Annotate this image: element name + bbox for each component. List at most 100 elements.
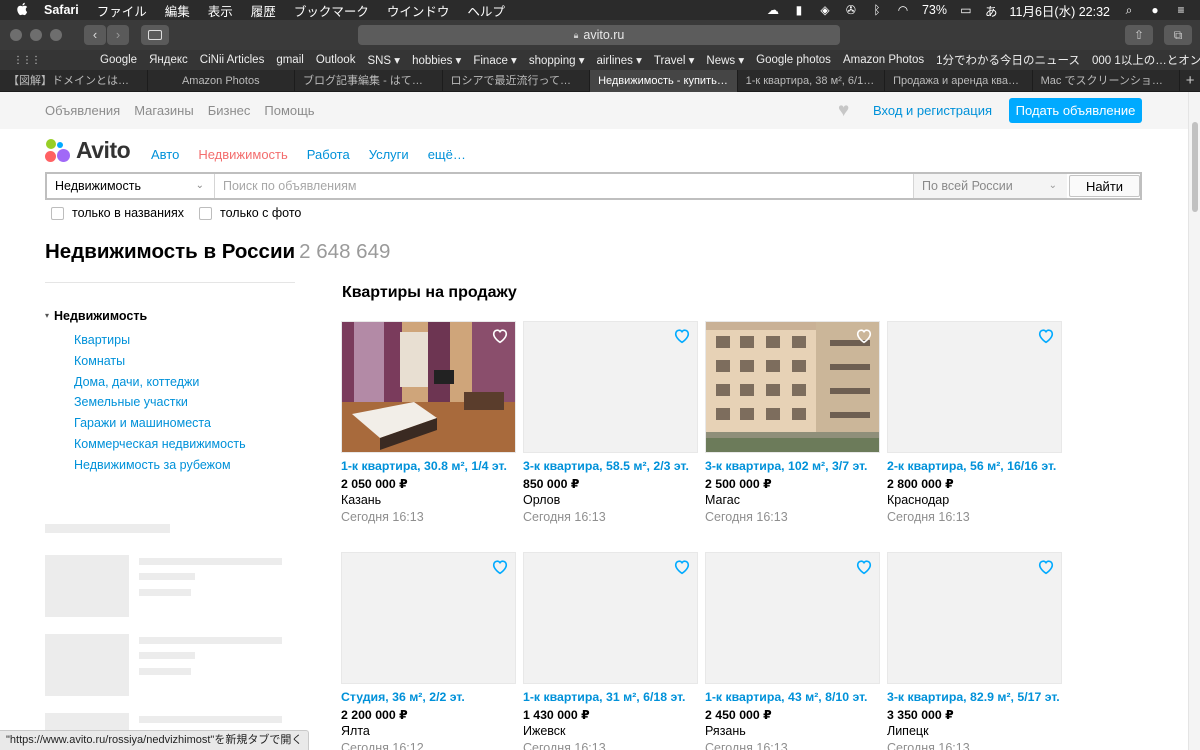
bookmark-folder[interactable]: News ▾ xyxy=(706,53,744,67)
post-ad-button[interactable]: Подать объявление xyxy=(1009,98,1142,123)
bookmark-folder[interactable]: airlines ▾ xyxy=(596,53,641,67)
favorite-heart-icon[interactable] xyxy=(855,558,873,576)
search-icon[interactable]: ⌕ xyxy=(1122,3,1136,18)
battery-percent[interactable]: 73% xyxy=(922,3,947,17)
browser-tab[interactable]: 【図解】ドメインとは？をわか… xyxy=(0,70,148,92)
listing-photo-placeholder[interactable] xyxy=(705,552,880,684)
forward-button[interactable]: › xyxy=(107,25,129,45)
listing-title[interactable]: 1-к квартира, 31 м², 6/18 эт. xyxy=(523,690,699,705)
browser-tab[interactable]: 1-к квартира, 38 м², 6/10… xyxy=(738,70,886,92)
bluetooth-icon[interactable]: ᛒ xyxy=(870,3,884,17)
listing-title[interactable]: 3-к квартира, 58.5 м², 2/3 эт. xyxy=(523,459,699,474)
listing-photo-placeholder[interactable] xyxy=(523,552,698,684)
listing-title[interactable]: 1-к квартира, 43 м², 8/10 эт. xyxy=(705,690,881,705)
menu-window[interactable]: ウインドウ xyxy=(387,1,450,20)
listing-card[interactable]: 3-к квартира, 82.9 м², 5/17 эт. 3 350 00… xyxy=(887,552,1063,750)
bookmark-item[interactable]: gmail xyxy=(276,54,303,66)
sidebar-root-category[interactable]: ▾Недвижимость xyxy=(45,309,147,323)
browser-tab[interactable]: Amazon Photos xyxy=(148,70,296,92)
dropbox-icon[interactable]: ◈ xyxy=(818,3,832,17)
listing-card[interactable]: 3-к квартира, 102 м², 3/7 эт. 2 500 000 … xyxy=(705,321,881,526)
sidebar-item-rooms[interactable]: Комнаты xyxy=(74,351,246,372)
bookmark-item[interactable]: 000 1以上の…とオンライン辞書 xyxy=(1092,52,1200,68)
bookmark-item[interactable]: Google xyxy=(100,54,137,66)
checkbox-box[interactable] xyxy=(199,207,212,220)
category-auto[interactable]: Авто xyxy=(151,147,179,162)
bookmark-item[interactable]: 1分でわかる今日のニュース xyxy=(936,52,1080,68)
listing-card[interactable]: 1-к квартира, 31 м², 6/18 эт. 1 430 000 … xyxy=(523,552,699,750)
avito-logo[interactable]: Avito xyxy=(45,137,130,164)
category-select[interactable]: Недвижимость ⌄ xyxy=(47,174,215,198)
favorite-heart-icon[interactable] xyxy=(855,327,873,345)
bookmark-item[interactable]: Яндекс xyxy=(149,54,188,66)
sidebar-item-apartments[interactable]: Квартиры xyxy=(74,330,246,351)
listing-card[interactable]: Студия, 36 м², 2/2 эт. 2 200 000 ₽ Ялта … xyxy=(341,552,517,750)
listing-title[interactable]: Студия, 36 м², 2/2 эт. xyxy=(341,690,517,705)
browser-tab[interactable]: ロシアで最近流行ってる音楽っ… xyxy=(443,70,591,92)
listing-title[interactable]: 2-к квартира, 56 м², 16/16 эт. xyxy=(887,459,1063,474)
listing-title[interactable]: 1-к квартира, 30.8 м², 1/4 эт. xyxy=(341,459,517,474)
listing-card[interactable]: 3-к квартира, 58.5 м², 2/3 эт. 850 000 ₽… xyxy=(523,321,699,526)
close-window-button[interactable] xyxy=(10,29,22,41)
favorite-heart-icon[interactable] xyxy=(491,558,509,576)
favorites-grid-icon[interactable]: ⋮⋮⋮ xyxy=(13,55,40,66)
menu-app-name[interactable]: Safari xyxy=(44,3,79,17)
listing-photo[interactable] xyxy=(341,321,516,453)
page-scrollbar[interactable] xyxy=(1188,92,1200,750)
bookmark-folder[interactable]: SNS ▾ xyxy=(367,53,400,67)
bookmark-status-icon[interactable]: ▮ xyxy=(792,3,806,17)
siri-icon[interactable]: ● xyxy=(1148,3,1162,17)
listing-photo-placeholder[interactable] xyxy=(341,552,516,684)
browser-tab[interactable]: ブログ記事編集 - はてなブログ xyxy=(295,70,443,92)
listing-card[interactable]: 1-к квартира, 30.8 м², 1/4 эт. 2 050 000… xyxy=(341,321,517,526)
menu-view[interactable]: 表示 xyxy=(208,1,233,20)
category-more[interactable]: ещё… xyxy=(428,147,466,162)
listing-title[interactable]: 3-к квартира, 82.9 м², 5/17 эт. xyxy=(887,690,1063,705)
menu-bookmarks[interactable]: ブックマーク xyxy=(294,1,369,20)
favorites-heart-icon[interactable]: ♥ xyxy=(838,100,849,122)
wifi-icon[interactable]: ◠ xyxy=(896,3,910,17)
scrollbar-thumb[interactable] xyxy=(1192,122,1198,212)
sidebar-item-land[interactable]: Земельные участки xyxy=(74,392,246,413)
sidebar-toggle-button[interactable] xyxy=(141,25,169,45)
minimize-window-button[interactable] xyxy=(30,29,42,41)
accessibility-icon[interactable]: ✇ xyxy=(844,3,858,17)
new-tab-button[interactable]: + xyxy=(1180,70,1200,92)
share-button[interactable]: ⇧ xyxy=(1125,25,1153,45)
battery-icon[interactable]: ▭ xyxy=(959,3,973,17)
with-photo-checkbox[interactable]: только с фото xyxy=(199,206,301,220)
notification-center-icon[interactable]: ≡ xyxy=(1174,3,1188,17)
menu-file[interactable]: ファイル xyxy=(97,1,147,20)
nav-link-shops[interactable]: Магазины xyxy=(134,103,194,118)
nav-link-business[interactable]: Бизнес xyxy=(208,103,251,118)
search-button[interactable]: Найти xyxy=(1069,175,1140,197)
zoom-window-button[interactable] xyxy=(50,29,62,41)
sidebar-item-garages[interactable]: Гаражи и машиноместа xyxy=(74,413,246,434)
favorite-heart-icon[interactable] xyxy=(491,327,509,345)
menu-help[interactable]: ヘルプ xyxy=(467,1,505,20)
back-button[interactable]: ‹ xyxy=(84,25,106,45)
listing-card[interactable]: 1-к квартира, 43 м², 8/10 эт. 2 450 000 … xyxy=(705,552,881,750)
apple-menu-icon[interactable] xyxy=(16,2,30,19)
browser-tab[interactable]: Продажа и аренда кварт… xyxy=(885,70,1033,92)
nav-link-help[interactable]: Помощь xyxy=(264,103,314,118)
clock[interactable]: 11月6日(水) 22:32 xyxy=(1009,1,1110,20)
nav-link-ads[interactable]: Объявления xyxy=(45,103,120,118)
favorite-heart-icon[interactable] xyxy=(673,558,691,576)
sidebar-item-houses[interactable]: Дома, дачи, коттеджи xyxy=(74,372,246,393)
bookmark-item[interactable]: Outlook xyxy=(316,54,356,66)
input-method[interactable]: あ xyxy=(985,1,998,20)
browser-tab-active[interactable]: Недвижимость - купить к… xyxy=(590,70,738,92)
menu-history[interactable]: 履歴 xyxy=(251,1,276,20)
bookmark-folder[interactable]: shopping ▾ xyxy=(529,53,585,67)
region-select[interactable]: По всей России ⌄ xyxy=(913,174,1067,198)
creative-cloud-icon[interactable]: ☁ xyxy=(766,3,780,17)
bookmark-item[interactable]: CiNii Articles xyxy=(200,54,265,66)
category-real-estate[interactable]: Недвижимость xyxy=(198,147,287,162)
menu-edit[interactable]: 編集 xyxy=(165,1,190,20)
search-input[interactable]: Поиск по объявлениям xyxy=(215,174,913,198)
address-bar[interactable]: 🔒︎ avito.ru xyxy=(358,25,840,45)
listing-photo-placeholder[interactable] xyxy=(887,321,1062,453)
bookmark-folder[interactable]: Travel ▾ xyxy=(654,53,695,67)
listing-photo[interactable] xyxy=(705,321,880,453)
